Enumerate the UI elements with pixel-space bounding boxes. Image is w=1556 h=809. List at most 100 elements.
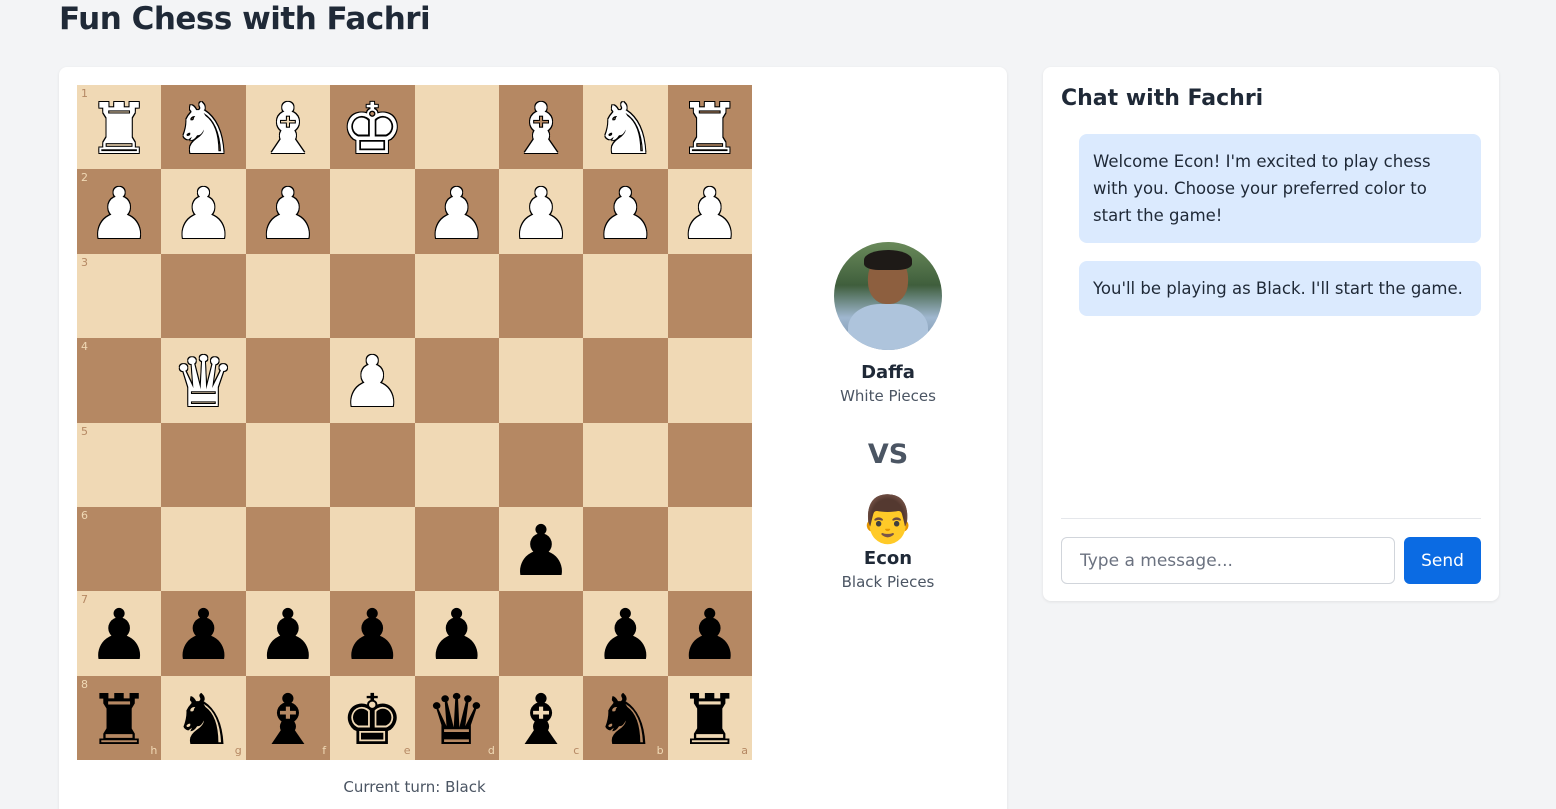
- board-square[interactable]: [583, 506, 668, 592]
- board-square[interactable]: [161, 253, 246, 339]
- board-square[interactable]: ♟: [161, 591, 246, 676]
- white-pawn-icon[interactable]: ♟: [510, 179, 573, 249]
- board-square[interactable]: ♟: [498, 506, 584, 592]
- board-square[interactable]: ♝: [245, 85, 331, 170]
- board-square[interactable]: 2 ♟: [77, 169, 162, 254]
- white-pawn-icon[interactable]: ♟: [257, 179, 320, 249]
- board-square[interactable]: [498, 591, 584, 676]
- board-square[interactable]: 7 ♟: [77, 591, 162, 676]
- white-pawn-icon[interactable]: ♟: [341, 347, 404, 417]
- board-square[interactable]: ♟: [583, 591, 668, 676]
- board-square[interactable]: 3: [77, 253, 162, 339]
- board-square[interactable]: ♛: [161, 338, 246, 423]
- white-pawn-icon[interactable]: ♟: [425, 179, 488, 249]
- black-pawn-icon[interactable]: ♟: [341, 600, 404, 670]
- players-panel: Daffa White Pieces VS 👨 Econ Black Piece…: [794, 242, 982, 591]
- board-square[interactable]: [245, 338, 331, 423]
- board-square[interactable]: [414, 85, 499, 170]
- black-pawn-icon[interactable]: ♟: [257, 600, 320, 670]
- board-square[interactable]: [245, 506, 331, 592]
- board-square[interactable]: [498, 338, 584, 423]
- black-bishop-icon[interactable]: ♝: [257, 685, 320, 755]
- board-square[interactable]: ♟: [498, 169, 584, 254]
- board-square[interactable]: ♟: [245, 169, 331, 254]
- board-square[interactable]: b ♞: [583, 675, 668, 760]
- board-square[interactable]: ♝: [498, 85, 584, 170]
- board-square[interactable]: [583, 422, 668, 507]
- white-bishop-icon[interactable]: ♝: [257, 94, 320, 164]
- chess-board[interactable]: 1 ♜ ♞ ♝ ♚ ♝ ♞ ♜ 2 ♟ ♟ ♟ ♟ ♟ ♟ ♟ 3 4 ♛ ♟ 5 6 ♟ 7 ♟ ♟ ♟ ♟ ♟ ♟ ♟ 8 h ♜ g ♞ f ♝ e ♚…: [77, 85, 752, 760]
- board-square[interactable]: ♟: [330, 338, 415, 423]
- board-square[interactable]: [245, 422, 331, 507]
- black-king-icon[interactable]: ♚: [341, 685, 404, 755]
- white-knight-icon[interactable]: ♞: [172, 94, 235, 164]
- board-square[interactable]: [161, 506, 246, 592]
- black-pawn-icon[interactable]: ♟: [594, 600, 657, 670]
- board-square[interactable]: ♟: [330, 591, 415, 676]
- board-square[interactable]: d ♛: [414, 675, 499, 760]
- black-pawn-icon[interactable]: ♟: [510, 516, 573, 586]
- board-square[interactable]: 5: [77, 422, 162, 507]
- board-square[interactable]: [330, 253, 415, 339]
- board-square[interactable]: [245, 253, 331, 339]
- black-rook-icon[interactable]: ♜: [88, 685, 151, 755]
- board-square[interactable]: ♟: [583, 169, 668, 254]
- black-pawn-icon[interactable]: ♟: [172, 600, 235, 670]
- board-square[interactable]: [667, 338, 752, 423]
- board-square[interactable]: [667, 253, 752, 339]
- board-square[interactable]: [330, 169, 415, 254]
- white-pawn-icon[interactable]: ♟: [678, 179, 741, 249]
- board-square[interactable]: c ♝: [498, 675, 584, 760]
- white-king-icon[interactable]: ♚: [341, 94, 404, 164]
- white-rook-icon[interactable]: ♜: [88, 94, 151, 164]
- white-rook-icon[interactable]: ♜: [678, 94, 741, 164]
- board-square[interactable]: [583, 338, 668, 423]
- board-square[interactable]: ♜: [667, 85, 752, 170]
- black-pawn-icon[interactable]: ♟: [88, 600, 151, 670]
- board-square[interactable]: [667, 422, 752, 507]
- board-square[interactable]: ♞: [161, 85, 246, 170]
- board-square[interactable]: ♟: [414, 591, 499, 676]
- board-square[interactable]: 1 ♜: [77, 85, 162, 170]
- black-bishop-icon[interactable]: ♝: [510, 685, 573, 755]
- board-square[interactable]: ♚: [330, 85, 415, 170]
- board-square[interactable]: 8 h ♜: [77, 675, 162, 760]
- board-square[interactable]: ♟: [161, 169, 246, 254]
- board-square[interactable]: [667, 506, 752, 592]
- board-square[interactable]: [414, 506, 499, 592]
- board-square[interactable]: [498, 422, 584, 507]
- white-bishop-icon[interactable]: ♝: [510, 94, 573, 164]
- board-square[interactable]: g ♞: [161, 675, 246, 760]
- white-pawn-icon[interactable]: ♟: [88, 179, 151, 249]
- black-rook-icon[interactable]: ♜: [678, 685, 741, 755]
- board-square[interactable]: e ♚: [330, 675, 415, 760]
- board-square[interactable]: [583, 253, 668, 339]
- board-square[interactable]: [330, 506, 415, 592]
- black-knight-icon[interactable]: ♞: [172, 685, 235, 755]
- white-pawn-icon[interactable]: ♟: [172, 179, 235, 249]
- board-square[interactable]: ♟: [667, 169, 752, 254]
- black-pawn-icon[interactable]: ♟: [678, 600, 741, 670]
- board-square[interactable]: ♞: [583, 85, 668, 170]
- board-square[interactable]: ♟: [414, 169, 499, 254]
- white-pawn-icon[interactable]: ♟: [594, 179, 657, 249]
- board-square[interactable]: [498, 253, 584, 339]
- black-knight-icon[interactable]: ♞: [594, 685, 657, 755]
- board-square[interactable]: a ♜: [667, 675, 752, 760]
- board-square[interactable]: 4: [77, 338, 162, 423]
- white-knight-icon[interactable]: ♞: [594, 94, 657, 164]
- board-square[interactable]: [414, 422, 499, 507]
- board-square[interactable]: [330, 422, 415, 507]
- board-square[interactable]: [414, 253, 499, 339]
- board-square[interactable]: f ♝: [245, 675, 331, 760]
- white-queen-icon[interactable]: ♛: [172, 347, 235, 417]
- board-square[interactable]: ♟: [667, 591, 752, 676]
- black-queen-icon[interactable]: ♛: [425, 685, 488, 755]
- board-square[interactable]: [161, 422, 246, 507]
- send-button[interactable]: Send: [1404, 537, 1481, 584]
- board-square[interactable]: 6: [77, 506, 162, 592]
- chat-message-input[interactable]: [1061, 537, 1395, 584]
- board-square[interactable]: [414, 338, 499, 423]
- board-square[interactable]: ♟: [245, 591, 331, 676]
- black-pawn-icon[interactable]: ♟: [425, 600, 488, 670]
